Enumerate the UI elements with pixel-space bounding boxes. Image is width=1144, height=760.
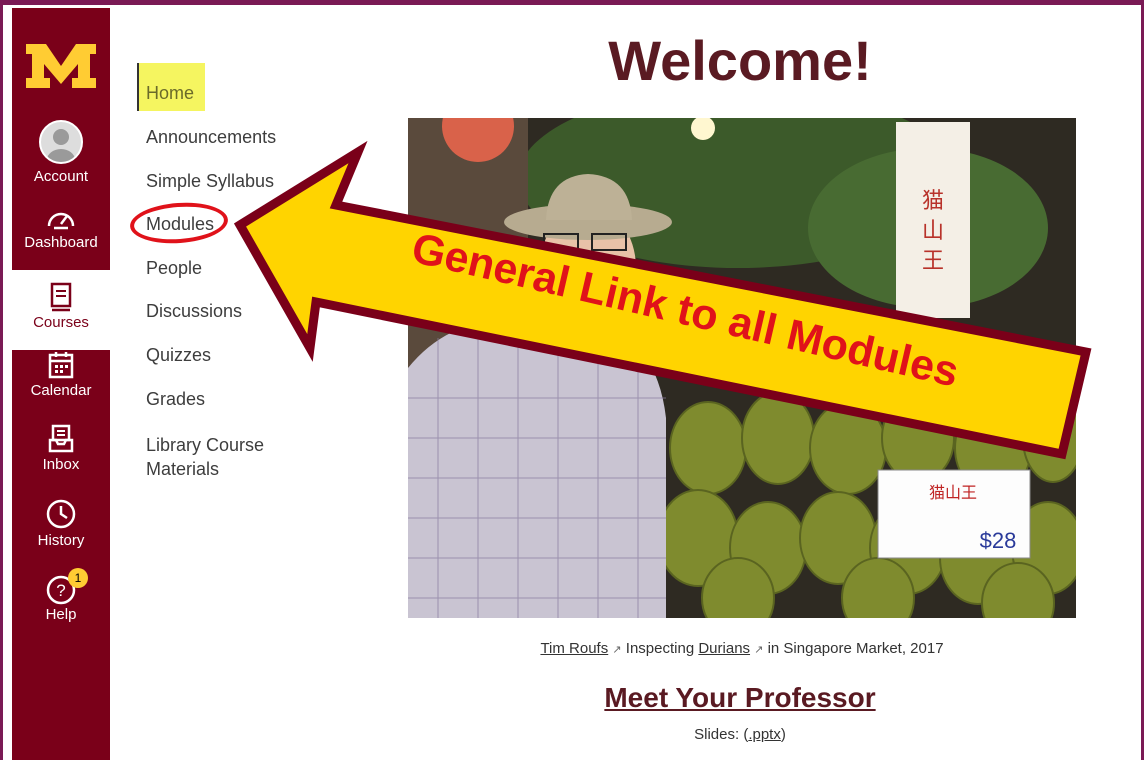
course-nav-library-course-materials[interactable]: Library Course Materials <box>146 433 264 481</box>
calendar-icon <box>48 352 74 379</box>
meet-your-professor-heading[interactable]: Meet Your Professor <box>560 682 920 714</box>
caption-tail-text: in Singapore Market, 2017 <box>763 640 944 657</box>
pptx-link[interactable]: .pptx <box>748 726 781 743</box>
inbox-icon <box>48 424 74 453</box>
svg-text:猫山王: 猫山王 <box>929 483 977 502</box>
nav-calendar-label: Calendar <box>30 382 92 399</box>
external-link-icon: ↗ <box>612 644 622 656</box>
nav-inbox-label: Inbox <box>42 456 80 473</box>
dashboard-gauge-icon <box>47 212 75 230</box>
nav-dashboard-label: Dashboard <box>24 234 98 251</box>
durians-link[interactable]: Durians <box>698 640 750 657</box>
professor-durian-photo: 猫 山 王 猫山王 $28 <box>408 118 1076 618</box>
course-nav-quizzes[interactable]: Quizzes <box>146 345 211 366</box>
clock-icon <box>46 499 76 529</box>
page-title: Welcome! <box>608 29 872 92</box>
course-nav-home[interactable]: Home <box>146 83 194 104</box>
nav-account-label: Account <box>33 168 89 185</box>
nav-dashboard[interactable]: Dashboard <box>12 206 110 251</box>
course-nav-people[interactable]: People <box>146 258 202 279</box>
nav-courses-label: Courses <box>33 314 89 331</box>
tim-roufs-link[interactable]: Tim Roufs <box>540 640 608 657</box>
nav-history-label: History <box>37 532 85 549</box>
caption-middle-text: Inspecting <box>621 640 699 657</box>
svg-text:$28: $28 <box>980 528 1017 553</box>
svg-text:山: 山 <box>922 219 944 244</box>
book-icon <box>50 282 72 312</box>
nav-calendar[interactable]: Calendar <box>12 350 110 399</box>
photo-caption: Tim Roufs ↗ Inspecting Durians ↗ in Sing… <box>408 640 1076 657</box>
library-label-line2: Materials <box>146 459 220 479</box>
course-nav-announcements[interactable]: Announcements <box>146 127 276 148</box>
global-nav: Account Dashboard Courses Calendar Inbox… <box>12 8 110 760</box>
slides-prefix: Slides: ( <box>694 726 749 743</box>
nav-help[interactable]: ? 1 Help <box>12 568 110 623</box>
course-nav-discussions[interactable]: Discussions <box>146 301 242 322</box>
help-notification-badge: 1 <box>68 568 88 588</box>
user-avatar-icon <box>39 120 83 164</box>
nav-help-label: Help <box>45 606 77 623</box>
svg-text:?: ? <box>56 581 65 600</box>
nav-inbox[interactable]: Inbox <box>12 424 110 473</box>
nav-history[interactable]: History <box>12 498 110 549</box>
nav-account[interactable]: Account <box>12 120 110 185</box>
nav-courses[interactable]: Courses <box>12 270 110 350</box>
course-nav-grades[interactable]: Grades <box>146 389 205 410</box>
svg-text:猫: 猫 <box>922 189 944 214</box>
slides-suffix: ) <box>780 726 786 743</box>
university-m-logo[interactable] <box>24 38 98 94</box>
slides-line: Slides: (.pptx) <box>560 726 920 743</box>
library-label-line1: Library Course <box>146 435 265 455</box>
course-nav-simple-syllabus[interactable]: Simple Syllabus <box>146 171 274 192</box>
svg-text:王: 王 <box>922 249 944 274</box>
